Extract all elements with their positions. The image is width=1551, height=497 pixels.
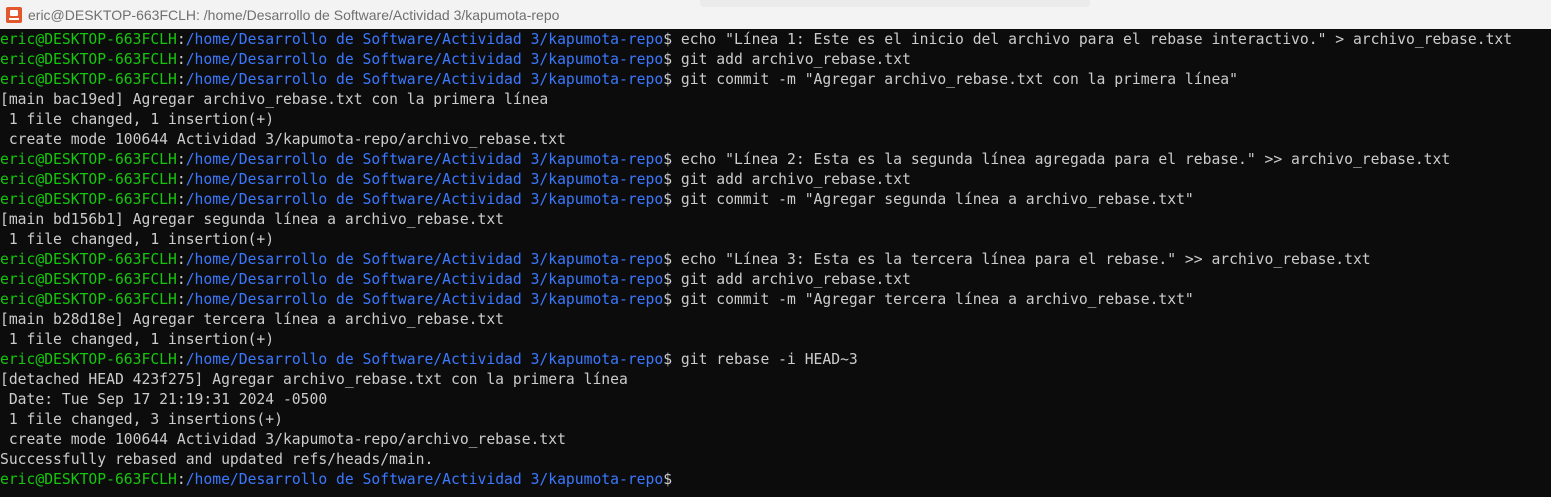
prompt-separator: :: [176, 351, 186, 368]
command-text: git rebase -i HEAD~3: [672, 351, 858, 368]
window-titlebar[interactable]: eric@DESKTOP-663FCLH: /home/Desarrollo d…: [0, 0, 1551, 29]
prompt-separator: :: [176, 71, 186, 88]
prompt-path: /home/Desarrollo de Software/Actividad 3…: [185, 51, 664, 68]
prompt-separator: :: [176, 151, 186, 168]
prompt-path: /home/Desarrollo de Software/Actividad 3…: [185, 71, 664, 88]
prompt-user: eric@DESKTOP-663FCLH: [0, 31, 177, 48]
prompt-separator: :: [176, 291, 186, 308]
prompt-path: /home/Desarrollo de Software/Actividad 3…: [185, 191, 664, 208]
prompt-line: eric@DESKTOP-663FCLH:/home/Desarrollo de…: [0, 50, 1551, 70]
output-line: 1 file changed, 3 insertions(+): [0, 411, 283, 428]
prompt-separator: :: [176, 31, 186, 48]
command-text: git add archivo_rebase.txt: [672, 271, 911, 288]
prompt-line: eric@DESKTOP-663FCLH:/home/Desarrollo de…: [0, 170, 1551, 190]
prompt-separator: :: [176, 271, 186, 288]
prompt-user: eric@DESKTOP-663FCLH: [0, 171, 177, 188]
prompt-sign: $: [663, 471, 673, 488]
prompt-sign: $: [663, 271, 673, 288]
terminal-output[interactable]: eric@DESKTOP-663FCLH:/home/Desarrollo de…: [0, 29, 1551, 497]
prompt-path: /home/Desarrollo de Software/Actividad 3…: [185, 31, 664, 48]
output-line: [main bd156b1] Agregar segunda línea a a…: [0, 211, 505, 228]
window-title: eric@DESKTOP-663FCLH: /home/Desarrollo d…: [28, 6, 560, 23]
prompt-path: /home/Desarrollo de Software/Actividad 3…: [185, 291, 664, 308]
prompt-user: eric@DESKTOP-663FCLH: [0, 271, 177, 288]
titlebar-tab-region: [700, 0, 1090, 7]
prompt-user: eric@DESKTOP-663FCLH: [0, 251, 177, 268]
prompt-sign: $: [663, 51, 673, 68]
output-line: Date: Tue Sep 17 21:19:31 2024 -0500: [0, 391, 328, 408]
command-text: echo "Línea 2: Esta es la segunda línea …: [672, 151, 1451, 168]
prompt-line: eric@DESKTOP-663FCLH:/home/Desarrollo de…: [0, 70, 1551, 90]
prompt-user: eric@DESKTOP-663FCLH: [0, 151, 177, 168]
output-line: 1 file changed, 1 insertion(+): [0, 331, 275, 348]
prompt-path: /home/Desarrollo de Software/Actividad 3…: [185, 251, 664, 268]
prompt-sign: $: [663, 191, 673, 208]
command-text: echo "Línea 3: Esta es la tercera línea …: [672, 251, 1371, 268]
prompt-separator: :: [176, 191, 186, 208]
command-text: git commit -m "Agregar tercera línea a a…: [672, 291, 1194, 308]
prompt-sign: $: [663, 71, 673, 88]
prompt-path: /home/Desarrollo de Software/Actividad 3…: [185, 151, 664, 168]
git-bash-icon: [6, 6, 22, 23]
prompt-sign: $: [663, 151, 673, 168]
prompt-sign: $: [663, 351, 673, 368]
output-line: [main bac19ed] Agregar archivo_rebase.tx…: [0, 91, 549, 108]
prompt-line: eric@DESKTOP-663FCLH:/home/Desarrollo de…: [0, 290, 1551, 310]
prompt-user: eric@DESKTOP-663FCLH: [0, 291, 177, 308]
prompt-separator: :: [176, 471, 186, 488]
prompt-path: /home/Desarrollo de Software/Actividad 3…: [185, 351, 664, 368]
prompt-sign: $: [663, 291, 673, 308]
prompt-path: /home/Desarrollo de Software/Actividad 3…: [185, 271, 664, 288]
prompt-path: /home/Desarrollo de Software/Actividad 3…: [185, 471, 664, 488]
prompt-line: eric@DESKTOP-663FCLH:/home/Desarrollo de…: [0, 150, 1551, 170]
prompt-line: eric@DESKTOP-663FCLH:/home/Desarrollo de…: [0, 250, 1551, 270]
prompt-line: eric@DESKTOP-663FCLH:/home/Desarrollo de…: [0, 270, 1551, 290]
prompt-separator: :: [176, 251, 186, 268]
output-line: Successfully rebased and updated refs/he…: [0, 451, 434, 468]
prompt-separator: :: [176, 51, 186, 68]
output-line: 1 file changed, 1 insertion(+): [0, 111, 275, 128]
prompt-line: eric@DESKTOP-663FCLH:/home/Desarrollo de…: [0, 190, 1551, 210]
output-line: create mode 100644 Actividad 3/kapumota-…: [0, 131, 566, 148]
output-line: [main b28d18e] Agregar tercera línea a a…: [0, 311, 505, 328]
command-text: git add archivo_rebase.txt: [672, 171, 911, 188]
command-text: git add archivo_rebase.txt: [672, 51, 911, 68]
prompt-sign: $: [663, 251, 673, 268]
prompt-user: eric@DESKTOP-663FCLH: [0, 191, 177, 208]
prompt-line: eric@DESKTOP-663FCLH:/home/Desarrollo de…: [0, 30, 1551, 50]
prompt-user: eric@DESKTOP-663FCLH: [0, 71, 177, 88]
command-text: echo "Línea 1: Este es el inicio del arc…: [672, 31, 1513, 48]
output-line: [detached HEAD 423f275] Agregar archivo_…: [0, 371, 628, 388]
command-text: git commit -m "Agregar archivo_rebase.tx…: [672, 71, 1238, 88]
prompt-path: /home/Desarrollo de Software/Actividad 3…: [185, 171, 664, 188]
prompt-user: eric@DESKTOP-663FCLH: [0, 351, 177, 368]
output-line: create mode 100644 Actividad 3/kapumota-…: [0, 431, 566, 448]
prompt-user: eric@DESKTOP-663FCLH: [0, 51, 177, 68]
prompt-separator: :: [176, 171, 186, 188]
command-text: git commit -m "Agregar segunda línea a a…: [672, 191, 1194, 208]
prompt-line: eric@DESKTOP-663FCLH:/home/Desarrollo de…: [0, 470, 1551, 490]
prompt-sign: $: [663, 31, 673, 48]
prompt-user: eric@DESKTOP-663FCLH: [0, 471, 177, 488]
output-line: 1 file changed, 1 insertion(+): [0, 231, 275, 248]
prompt-line: eric@DESKTOP-663FCLH:/home/Desarrollo de…: [0, 350, 1551, 370]
prompt-sign: $: [663, 171, 673, 188]
